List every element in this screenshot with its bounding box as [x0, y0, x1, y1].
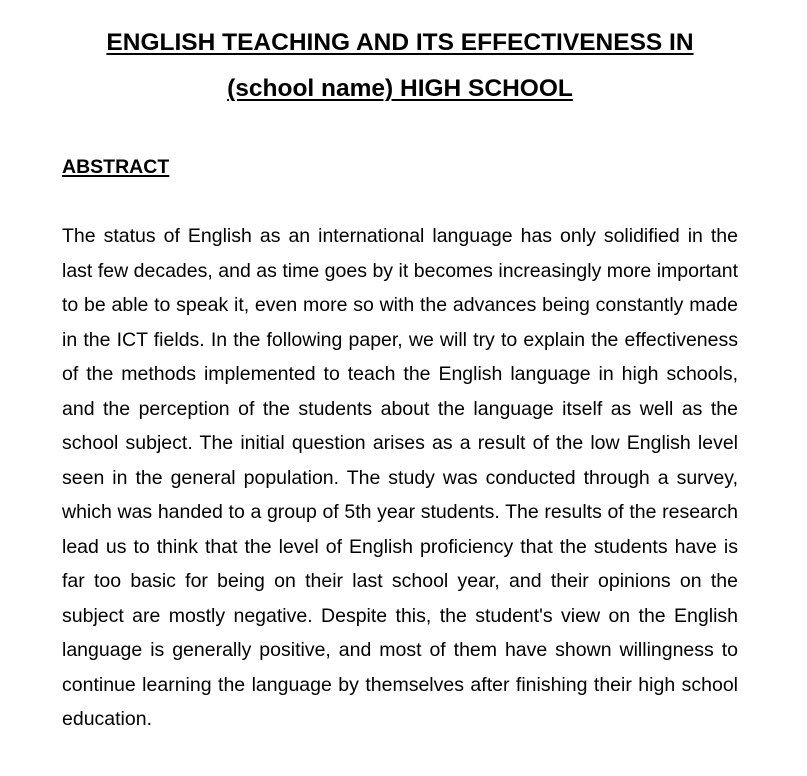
- document-title-line-1: ENGLISH TEACHING AND ITS EFFECTIVENESS I…: [106, 29, 694, 56]
- abstract-paragraph: The status of English as an internationa…: [62, 225, 738, 730]
- document-page: ENGLISH TEACHING AND ITS EFFECTIVENESS I…: [0, 0, 807, 776]
- abstract-heading: ABSTRACT: [62, 156, 170, 178]
- document-title-line-2: (school name) HIGH SCHOOL: [227, 75, 573, 102]
